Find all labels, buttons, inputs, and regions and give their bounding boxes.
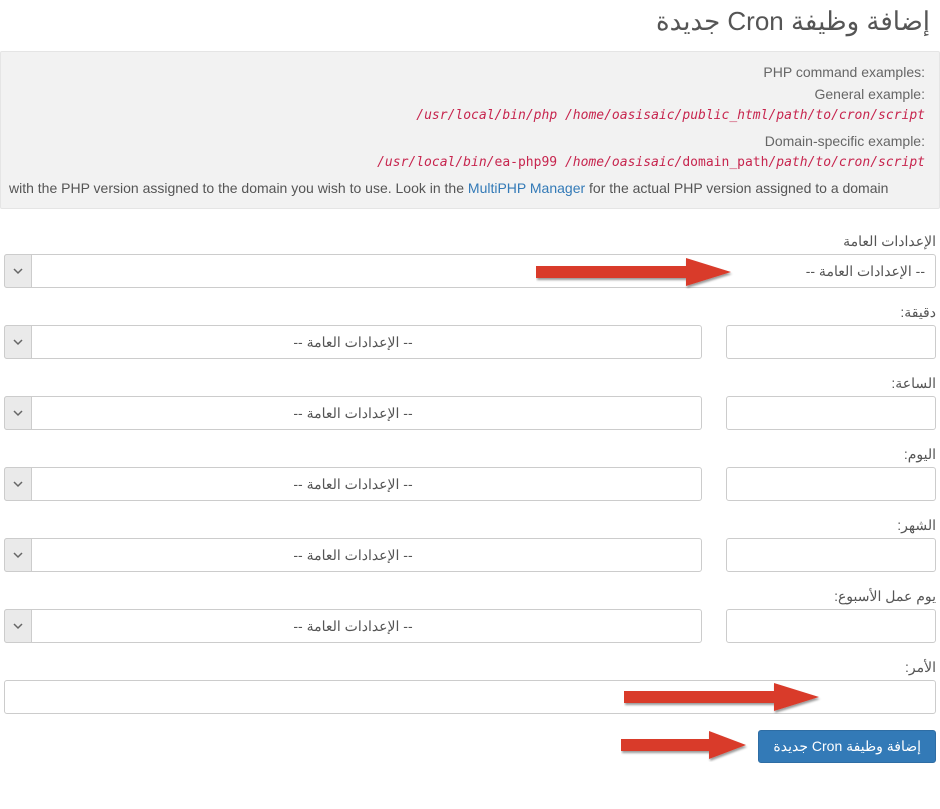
day-input[interactable] (726, 467, 936, 501)
weekday-label: يوم عمل الأسبوع: (4, 588, 936, 605)
command-label: الأمر: (4, 659, 936, 676)
hour-input[interactable] (726, 396, 936, 430)
hour-select[interactable]: -- الإعدادات العامة -- (4, 396, 702, 430)
command-input[interactable] (4, 680, 936, 714)
common-settings-label: الإعدادات العامة (4, 233, 936, 250)
domain-example-label: Domain-specific example: (5, 133, 929, 149)
add-cron-button[interactable]: إضافة وظيفة Cron جديدة (758, 730, 936, 763)
info-panel: PHP command examples: General example: /… (0, 51, 940, 209)
php-examples-label: PHP command examples: (5, 64, 929, 80)
minute-label: دقيقة: (4, 304, 936, 321)
page-title: إضافة وظيفة Cron جديدة (0, 0, 940, 51)
minute-input[interactable] (726, 325, 936, 359)
weekday-select[interactable]: -- الإعدادات العامة -- (4, 609, 702, 643)
annotation-arrow-icon (621, 725, 751, 765)
month-select[interactable]: -- الإعدادات العامة -- (4, 538, 702, 572)
general-example-label: General example: (5, 86, 929, 102)
domain-note: with the PHP version assigned to the dom… (5, 180, 929, 196)
day-label: اليوم: (4, 446, 936, 463)
hour-label: الساعة: (4, 375, 936, 392)
cron-form: الإعدادات العامة -- الإعدادات العامة -- (0, 233, 940, 783)
day-select[interactable]: -- الإعدادات العامة -- (4, 467, 702, 501)
month-label: الشهر: (4, 517, 936, 534)
weekday-input[interactable] (726, 609, 936, 643)
common-settings-select[interactable]: -- الإعدادات العامة -- (4, 254, 936, 288)
general-example-code: /usr/local/bin/php /home/oasisaic/public… (5, 108, 929, 123)
month-input[interactable] (726, 538, 936, 572)
multiphp-manager-link[interactable]: MultiPHP Manager (468, 180, 585, 196)
domain-example-code: /usr/local/bin/ea-php99 /home/oasisaic/d… (5, 155, 929, 170)
minute-select[interactable]: -- الإعدادات العامة -- (4, 325, 702, 359)
